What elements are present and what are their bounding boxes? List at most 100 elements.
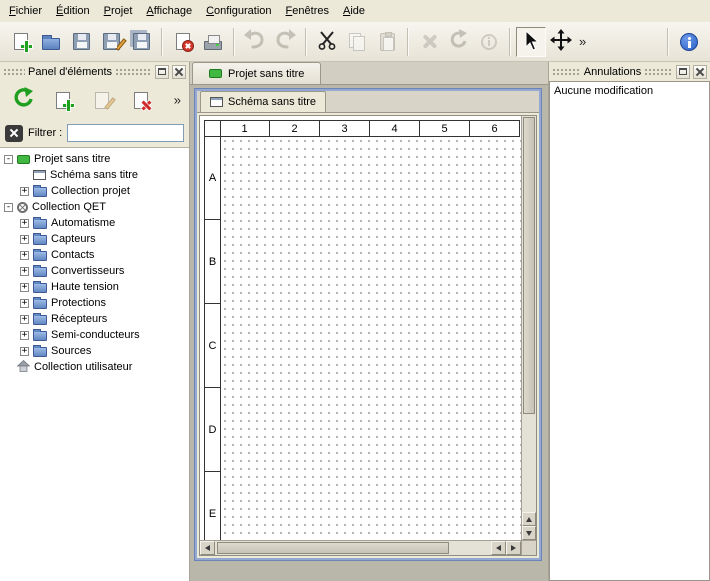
- tab-projet-sans-titre[interactable]: Projet sans titre: [192, 62, 321, 84]
- expander-icon[interactable]: +: [20, 187, 29, 196]
- tree-item-capteurs[interactable]: +Capteurs: [0, 231, 189, 247]
- expander-icon[interactable]: +: [20, 219, 29, 228]
- menu-projet[interactable]: Projet: [97, 0, 140, 22]
- selection-mode-button[interactable]: [516, 27, 546, 57]
- new-project-button[interactable]: [6, 27, 36, 57]
- undo-history-list[interactable]: Aucune modification: [549, 81, 710, 581]
- expander-icon[interactable]: +: [20, 299, 29, 308]
- mdi-area: Projet sans titre Schéma sans titre 1 2 …: [190, 62, 548, 581]
- expander-icon[interactable]: +: [20, 347, 29, 356]
- close-dock-button[interactable]: [172, 65, 186, 79]
- new-element-button[interactable]: [48, 85, 78, 115]
- expander-icon[interactable]: +: [20, 267, 29, 276]
- expander-icon[interactable]: +: [20, 251, 29, 260]
- tree-item-protections[interactable]: +Protections: [0, 295, 189, 311]
- undo-dock-titlebar[interactable]: Annulations: [549, 62, 710, 81]
- close-file-button[interactable]: [168, 27, 198, 57]
- tree-item-projet-sans-titre[interactable]: -Projet sans titre: [0, 151, 189, 167]
- scroll-left-button[interactable]: [200, 541, 215, 555]
- expander-icon[interactable]: +: [20, 331, 29, 340]
- clear-filter-button[interactable]: [5, 125, 23, 142]
- main-toolbar: »: [0, 22, 710, 62]
- expander-icon[interactable]: -: [4, 155, 13, 164]
- column-header-cell: 6: [470, 120, 520, 137]
- scroll-left-button-2[interactable]: [491, 541, 506, 555]
- save-all-icon: [133, 33, 150, 50]
- dock-drag-handle[interactable]: [552, 68, 581, 76]
- tree-item-schema-sans-titre[interactable]: Schéma sans titre: [0, 167, 189, 183]
- expander-icon[interactable]: +: [20, 235, 29, 244]
- left-arrow-icon: [496, 545, 501, 551]
- toolbar-overflow-button[interactable]: »: [576, 34, 589, 49]
- red-x-badge-icon: [141, 100, 152, 111]
- scroll-up-button[interactable]: [522, 512, 536, 526]
- horizontal-scrollbar[interactable]: [200, 540, 521, 555]
- about-help-button[interactable]: [674, 27, 704, 57]
- row-header-cell: D: [204, 388, 221, 472]
- diagram-canvas[interactable]: 1 2 3 4 5 6 A B C D E: [200, 116, 521, 540]
- cut-button[interactable]: [312, 27, 342, 57]
- menu-fichier[interactable]: Fichier: [2, 0, 49, 22]
- scroll-right-button[interactable]: [506, 541, 521, 555]
- paste-icon: [380, 33, 395, 51]
- menu-edition[interactable]: Édition: [49, 0, 97, 22]
- tab-schema-sans-titre[interactable]: Schéma sans titre: [200, 91, 326, 112]
- v-scroll-thumb[interactable]: [523, 117, 535, 414]
- tree-item-collection-utilisateur[interactable]: Collection utilisateur: [0, 359, 189, 375]
- project-icon: [209, 69, 222, 78]
- menu-aide[interactable]: Aide: [336, 0, 372, 22]
- tree-item-sources[interactable]: +Sources: [0, 343, 189, 359]
- toolbar-separator: [161, 28, 163, 56]
- row-headers: A B C D E: [204, 136, 221, 540]
- panel-overflow-button[interactable]: »: [171, 93, 184, 108]
- tree-item-semi-conducteurs[interactable]: +Semi-conducteurs: [0, 327, 189, 343]
- h-scroll-thumb[interactable]: [217, 542, 449, 554]
- tree-item-recepteurs[interactable]: +Récepteurs: [0, 311, 189, 327]
- dock-drag-handle[interactable]: [644, 68, 673, 76]
- dock-drag-handle[interactable]: [115, 68, 152, 76]
- menu-affichage[interactable]: Affichage: [139, 0, 199, 22]
- expander-icon[interactable]: +: [20, 283, 29, 292]
- menu-fenetres[interactable]: Fenêtres: [279, 0, 336, 22]
- vertical-scrollbar[interactable]: [521, 116, 536, 540]
- tree-item-contacts[interactable]: +Contacts: [0, 247, 189, 263]
- float-icon: [158, 68, 166, 75]
- print-button[interactable]: [198, 27, 228, 57]
- elements-panel-titlebar[interactable]: Panel d'éléments: [0, 62, 189, 81]
- reload-collections-button[interactable]: [9, 85, 39, 115]
- tree-item-convertisseurs[interactable]: +Convertisseurs: [0, 263, 189, 279]
- edit-element-button[interactable]: [87, 85, 117, 115]
- row-header-cell: B: [204, 220, 221, 304]
- scroll-down-button[interactable]: [522, 526, 536, 540]
- delete-element-button[interactable]: [126, 85, 156, 115]
- expander-icon[interactable]: +: [20, 315, 29, 324]
- save-as-button[interactable]: [96, 27, 126, 57]
- project-tab-label: Projet sans titre: [228, 68, 304, 80]
- rotate-button[interactable]: [444, 27, 474, 57]
- home-icon: [17, 360, 30, 375]
- float-dock-button[interactable]: [676, 65, 690, 79]
- pan-mode-button[interactable]: [546, 27, 576, 57]
- paste-button[interactable]: [372, 27, 402, 57]
- tree-item-collection-projet[interactable]: +Collection projet: [0, 183, 189, 199]
- save-button[interactable]: [66, 27, 96, 57]
- delete-button[interactable]: [414, 27, 444, 57]
- open-project-button[interactable]: [36, 27, 66, 57]
- copy-button[interactable]: [342, 27, 372, 57]
- h-scroll-track[interactable]: [215, 541, 491, 555]
- tree-item-automatisme[interactable]: +Automatisme: [0, 215, 189, 231]
- redo-button[interactable]: [270, 27, 300, 57]
- save-all-button[interactable]: [126, 27, 156, 57]
- schema-icon: [210, 97, 223, 107]
- dock-drag-handle[interactable]: [3, 68, 25, 76]
- tree-item-label: Collection utilisateur: [34, 361, 132, 373]
- float-dock-button[interactable]: [155, 65, 169, 79]
- element-info-button[interactable]: [474, 27, 504, 57]
- tree-item-haute-tension[interactable]: +Haute tension: [0, 279, 189, 295]
- expander-icon[interactable]: -: [4, 203, 13, 212]
- tree-item-collection-qet[interactable]: -Collection QET: [0, 199, 189, 215]
- menu-configuration[interactable]: Configuration: [199, 0, 278, 22]
- filter-input[interactable]: [67, 124, 184, 142]
- undo-button[interactable]: [240, 27, 270, 57]
- close-dock-button[interactable]: [693, 65, 707, 79]
